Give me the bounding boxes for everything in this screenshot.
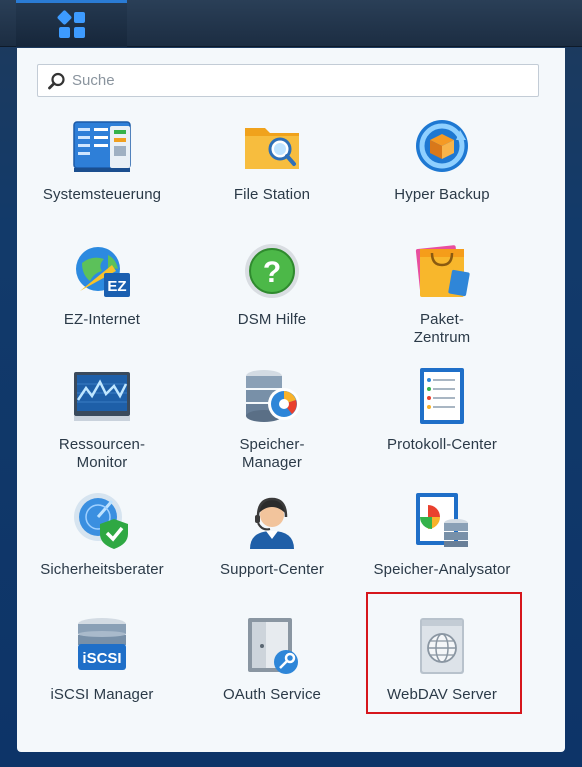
- app-label: Ressourcen- Monitor: [58, 436, 146, 471]
- log-center-icon: [420, 368, 464, 424]
- iscsi-icon: iSCSI: [78, 618, 126, 670]
- app-systemsteuerung[interactable]: Systemsteuerung: [17, 116, 187, 226]
- app-label: Paket- Zentrum: [413, 311, 471, 346]
- app-label: iSCSI Manager: [50, 686, 154, 703]
- app-oauth-service[interactable]: OAuth Service: [187, 616, 357, 726]
- app-protokoll-center[interactable]: Protokoll-Center: [357, 366, 527, 476]
- help-icon: ?: [245, 244, 299, 298]
- app-speicher-analysator[interactable]: Speicher-Analysator: [357, 491, 527, 601]
- app-paket-zentrum[interactable]: Paket- Zentrum: [357, 241, 527, 351]
- search-icon: [48, 72, 65, 89]
- hyper-backup-icon: [416, 120, 468, 172]
- main-menu-button[interactable]: [16, 0, 127, 47]
- package-bag-icon: [415, 245, 470, 297]
- security-shield-icon: [74, 493, 128, 549]
- app-iscsi-manager[interactable]: iSCSI iSCSI Manager: [17, 616, 187, 726]
- app-ressourcen-monitor[interactable]: Ressourcen- Monitor: [17, 366, 187, 476]
- highlight-box: [366, 592, 522, 714]
- storage-analyzer-icon: [416, 493, 468, 547]
- app-label: DSM Hilfe: [237, 311, 307, 328]
- app-support-center[interactable]: Support-Center: [187, 491, 357, 601]
- app-label: Support-Center: [220, 561, 324, 578]
- app-label: OAuth Service: [222, 686, 321, 703]
- app-label: Systemsteuerung: [42, 186, 162, 203]
- app-sicherheitsberater[interactable]: Sicherheitsberater: [17, 491, 187, 601]
- app-label: Protokoll-Center: [387, 436, 497, 453]
- search-box[interactable]: [37, 64, 539, 97]
- grid-apps-icon: [57, 10, 85, 38]
- app-hyper-backup[interactable]: Hyper Backup: [357, 116, 527, 226]
- app-label: File Station: [233, 186, 311, 203]
- folder-search-icon: [245, 128, 299, 169]
- app-label: Speicher- Manager: [239, 436, 305, 471]
- svg-text:?: ?: [263, 256, 281, 289]
- app-label: Speicher-Analysator: [373, 561, 511, 578]
- control-panel-icon: [73, 121, 131, 172]
- taskbar: [0, 0, 582, 47]
- app-dsm-hilfe[interactable]: ? DSM Hilfe: [187, 241, 357, 351]
- app-ez-internet[interactable]: EZ EZ-Internet: [17, 241, 187, 351]
- app-file-station[interactable]: File Station: [187, 116, 357, 226]
- storage-manager-icon: [246, 370, 300, 422]
- main-menu-panel: Systemsteuerung File Station Hyper Backu…: [17, 48, 565, 752]
- globe-ez-icon: EZ: [76, 247, 130, 297]
- support-agent-icon: [250, 497, 294, 549]
- app-label: Sicherheitsberater: [40, 561, 164, 578]
- search-input[interactable]: [72, 72, 512, 89]
- app-label: EZ-Internet: [63, 311, 141, 328]
- app-label: Hyper Backup: [394, 186, 490, 203]
- oauth-key-icon: [248, 618, 298, 674]
- svg-text:EZ: EZ: [107, 278, 126, 295]
- app-speicher-manager[interactable]: Speicher- Manager: [187, 366, 357, 476]
- monitor-graph-icon: [74, 372, 130, 421]
- svg-text:iSCSI: iSCSI: [82, 650, 121, 667]
